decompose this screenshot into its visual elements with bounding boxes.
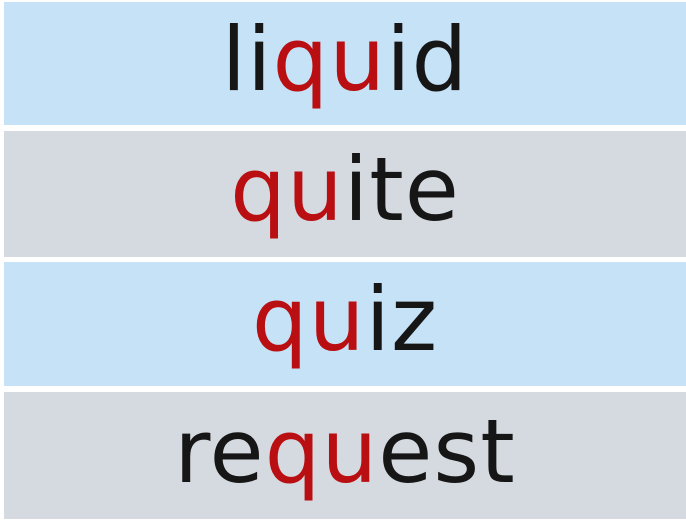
word-prefix: li [221,7,273,111]
word-row-liquid: liquid [4,2,686,125]
word-row-request: request [4,392,686,519]
word-quite: quite [230,146,460,234]
word-suffix: ite [343,138,460,241]
word-card-board: liquid quite quiz request [0,0,686,521]
word-suffix: iz [365,268,439,371]
qu-highlight: qu [230,138,344,241]
word-request: request [174,407,516,496]
qu-highlight: qu [251,268,366,371]
word-row-quite: quite [4,131,686,257]
word-suffix: id [386,7,469,111]
word-prefix: re [174,399,265,503]
word-quiz: quiz [252,276,438,364]
qu-highlight: qu [272,7,387,111]
word-liquid: liquid [222,15,469,104]
qu-highlight: qu [264,399,379,503]
word-row-quiz: quiz [4,262,686,386]
word-suffix: est [378,399,516,503]
